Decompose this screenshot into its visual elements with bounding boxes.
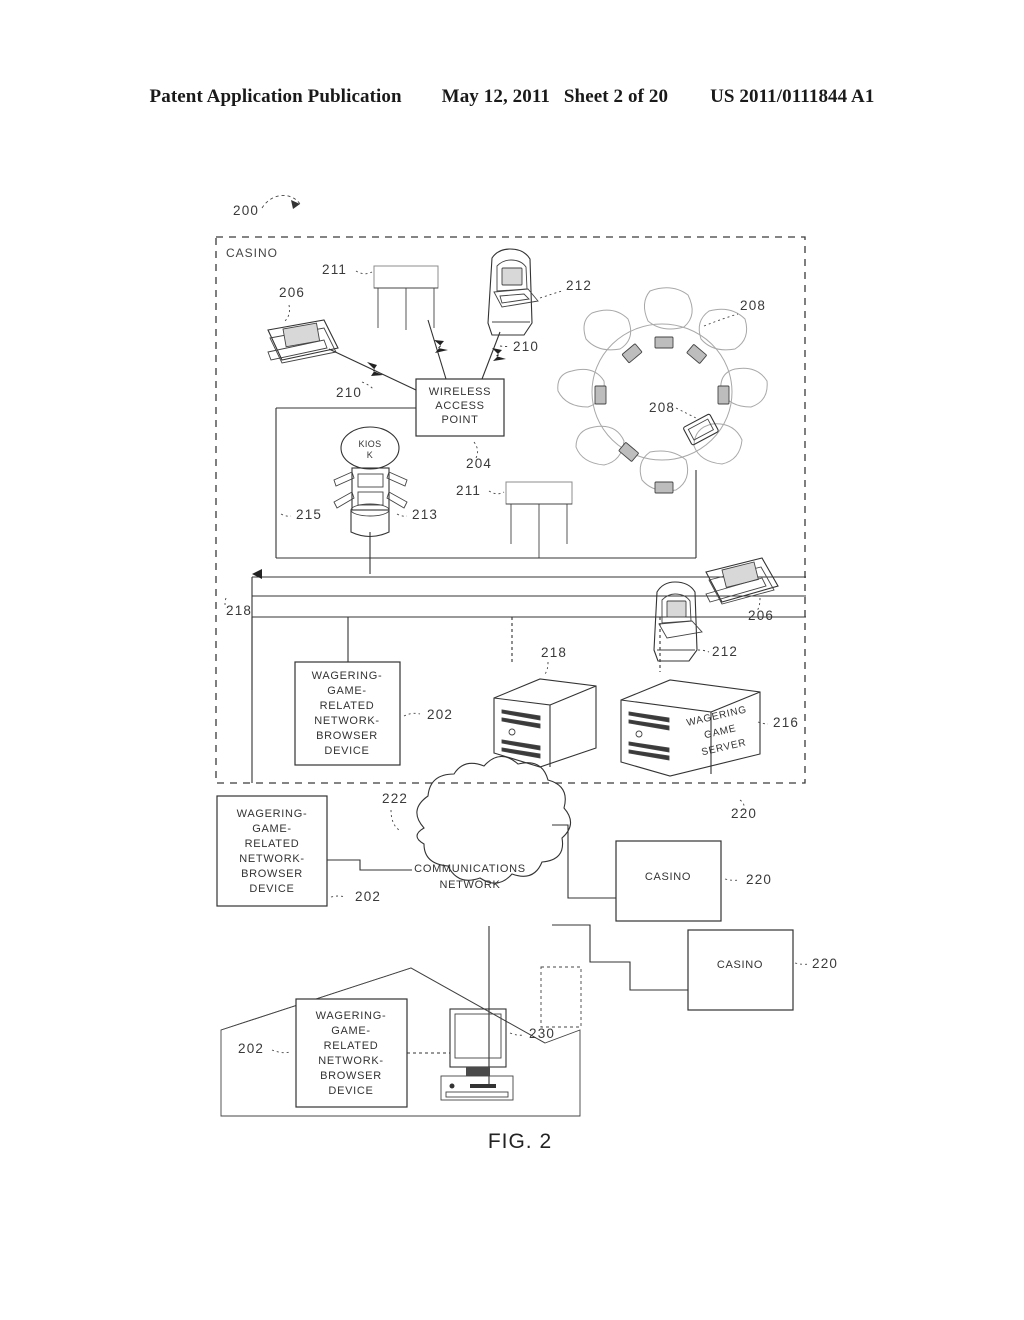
leader-cloud <box>390 809 400 831</box>
link-standalone-to-network <box>327 859 412 871</box>
ref-link-left: 210 <box>336 385 362 400</box>
ref-gaming-table: 208 <box>649 400 675 415</box>
ref-browser-device-home: 202 <box>238 1041 264 1056</box>
leader-bds <box>330 895 346 898</box>
leader-link-left <box>361 381 375 391</box>
casino-remote-2-label: CASINO <box>717 959 763 971</box>
leader-bdc <box>403 712 421 717</box>
patent-figure: 200 CASINO 211 212 206 WIRELESS ACCESS P… <box>0 0 1024 1320</box>
ref-browser-device-standalone: 202 <box>355 889 381 904</box>
bdc-line-5: BROWSER <box>316 730 378 742</box>
kiosk-label-line-2: K <box>367 450 373 460</box>
ref-kiosk-left: 215 <box>296 507 322 522</box>
ref-handheld-top: 206 <box>279 285 305 300</box>
wap-line-3: POINT <box>441 414 478 426</box>
ref-casino-remote-1: 220 <box>746 872 772 887</box>
wap-line-1: WIRELESS <box>429 386 491 398</box>
leader-bdh <box>271 1049 291 1054</box>
leader-slot-lower <box>697 649 710 653</box>
ref-table-mid: 211 <box>456 483 481 498</box>
leader-link-right <box>499 345 510 347</box>
ref-server-218: 218 <box>541 645 567 660</box>
ref-slot-lower: 212 <box>712 644 738 659</box>
server-218 <box>493 678 597 768</box>
cloud-line-1: COMMUNICATIONS <box>414 863 526 875</box>
wireless-link-slot <box>481 331 506 380</box>
link-network-to-casino-1 <box>552 824 616 899</box>
slot-machine-lower <box>653 581 703 662</box>
bdc-line-6: DEVICE <box>324 745 369 757</box>
ref-communications-network: 222 <box>382 791 408 806</box>
casino-remote-1-label: CASINO <box>645 871 691 883</box>
bdc-line-2: GAME- <box>327 685 367 697</box>
figure-caption: FIG. 2 <box>487 1130 553 1153</box>
link-network-to-casino-2 <box>552 924 688 991</box>
bdh-line-5: BROWSER <box>320 1070 382 1082</box>
ref-slot-top: 212 <box>566 278 592 293</box>
slot-machine-top <box>487 248 539 336</box>
leader-table-seats <box>703 313 739 327</box>
leader-casino-2 <box>794 962 809 965</box>
ref-casino-remote-2: 220 <box>812 956 838 971</box>
gaming-table-mid <box>505 481 573 558</box>
bds-line-1: WAGERING- <box>237 808 308 820</box>
wireless-link-handheld <box>328 348 417 391</box>
bdc-line-3: RELATED <box>320 700 375 712</box>
bdc-line-4: NETWORK- <box>314 715 379 727</box>
home-computer[interactable] <box>440 1008 514 1101</box>
bdh-line-6: DEVICE <box>328 1085 373 1097</box>
leader-server-218 <box>544 661 549 675</box>
bdh-line-2: GAME- <box>331 1025 371 1037</box>
ref-link-right: 210 <box>513 339 539 354</box>
wap-line-2: ACCESS <box>435 400 484 412</box>
ref-handheld-lower: 206 <box>748 608 774 623</box>
wgs-line-1: WAGERING <box>686 704 748 729</box>
wgs-line-2: GAME <box>703 723 737 741</box>
ref-kiosk-right: 213 <box>412 507 438 522</box>
handheld-device-top <box>267 319 339 364</box>
bdh-line-1: WAGERING- <box>316 1010 387 1022</box>
bdc-line-1: WAGERING- <box>312 670 383 682</box>
kiosk-label-line-1: KIOS <box>358 439 381 449</box>
ref-table-top: 211 <box>322 262 347 277</box>
communications-network-cloud[interactable]: COMMUNICATIONS NETWORK <box>414 755 572 891</box>
leader-casino-1 <box>724 878 739 881</box>
cloud-line-2: NETWORK <box>439 879 500 891</box>
casino-label: CASINO <box>226 246 278 260</box>
leader-table-mid <box>488 490 505 495</box>
bdh-line-4: NETWORK- <box>318 1055 383 1067</box>
leader-handheld-top <box>284 304 290 322</box>
handheld-device-lower <box>705 557 779 605</box>
bds-line-6: DEVICE <box>249 883 294 895</box>
leader-table <box>675 407 697 419</box>
wireless-link-table <box>427 319 448 380</box>
bdh-line-3: RELATED <box>324 1040 379 1052</box>
kiosk[interactable]: KIOS K <box>333 426 408 574</box>
leader-kiosk-right <box>396 513 408 517</box>
ref-home-computer: 230 <box>529 1026 555 1041</box>
gaming-table-round <box>557 287 768 494</box>
bds-line-5: BROWSER <box>241 868 303 880</box>
ref-browser-device-casino: 202 <box>427 707 453 722</box>
leader-table-top <box>355 270 373 275</box>
wagering-game-server[interactable]: WAGERING GAME SERVER <box>620 679 761 777</box>
ref-casino-group: 220 <box>731 806 757 821</box>
ref-gaming-table-seats: 208 <box>740 298 766 313</box>
ref-wireless-access-point: 204 <box>466 456 492 471</box>
leader-home-computer <box>509 1032 525 1036</box>
bds-line-4: NETWORK- <box>239 853 304 865</box>
ref-wagering-game-server: 216 <box>773 715 799 730</box>
bds-line-2: GAME- <box>252 823 292 835</box>
leader-slot-top <box>539 290 563 299</box>
system-ref-leader <box>261 195 301 209</box>
ref-network-backbone: 218 <box>226 603 252 618</box>
leader-kiosk-left <box>280 513 292 517</box>
ref-200: 200 <box>233 203 259 218</box>
bds-line-3: RELATED <box>245 838 300 850</box>
